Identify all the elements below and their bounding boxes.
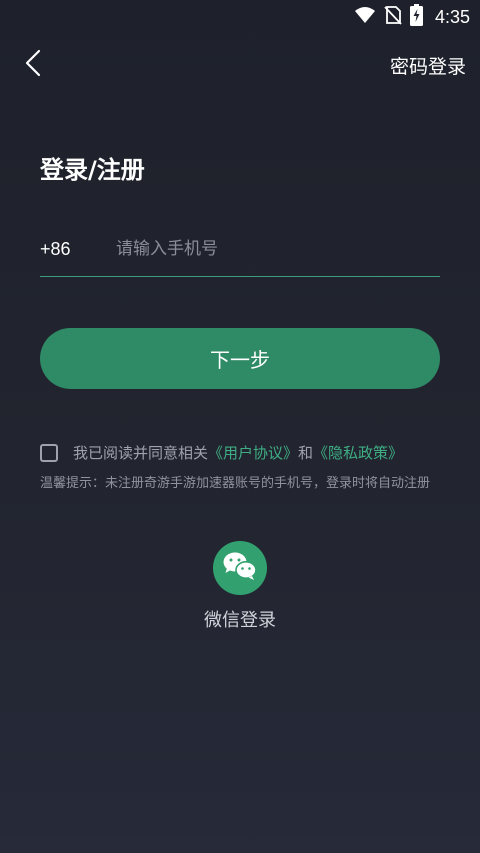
phone-number-input[interactable]	[116, 239, 440, 259]
wechat-login-label[interactable]: 微信登录	[190, 606, 290, 632]
wifi-icon	[354, 6, 376, 28]
page-title: 登录/注册	[40, 156, 145, 184]
no-sim-icon	[384, 5, 402, 29]
agreement-row: 我已阅读并同意相关 《用户协议》 和 《隐私政策》	[40, 442, 403, 463]
country-code-selector[interactable]: +86	[40, 239, 116, 260]
registration-hint: 温馨提示：未注册奇游手游加速器账号的手机号，登录时将自动注册	[40, 476, 431, 491]
chevron-left-icon	[25, 49, 41, 81]
wechat-login-button[interactable]	[213, 541, 267, 595]
password-login-link[interactable]: 密码登录	[390, 52, 466, 79]
privacy-policy-link[interactable]: 《隐私政策》	[313, 442, 403, 463]
status-time: 4:35	[434, 6, 470, 27]
back-button[interactable]	[18, 48, 48, 82]
phone-input-row: +86	[40, 222, 440, 277]
user-agreement-link[interactable]: 《用户协议》	[208, 442, 298, 463]
agreement-checkbox[interactable]	[40, 443, 58, 462]
status-icons: 4:35	[354, 4, 470, 30]
agreement-prefix-text: 我已阅读并同意相关	[73, 444, 209, 462]
agreement-conjunction-text: 和	[298, 444, 314, 462]
status-bar: 4:35	[0, 0, 480, 34]
wechat-icon	[222, 551, 258, 585]
battery-charging-icon	[409, 4, 423, 30]
next-button[interactable]: 下一步	[40, 328, 440, 389]
